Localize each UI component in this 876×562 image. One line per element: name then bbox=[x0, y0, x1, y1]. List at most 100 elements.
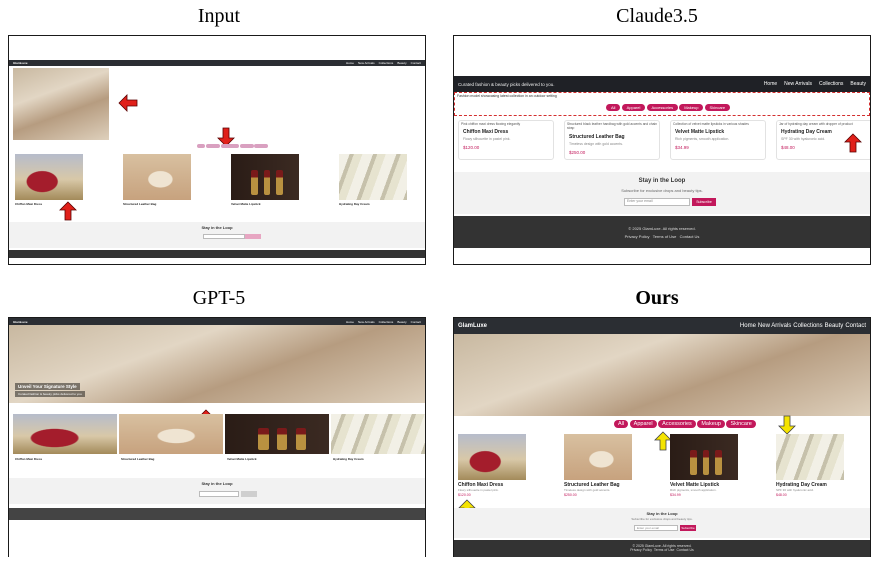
product-price: $120.00 bbox=[458, 493, 471, 497]
email-input[interactable] bbox=[203, 234, 245, 239]
nav-link-new-arrivals[interactable]: New Arrivals bbox=[358, 320, 375, 324]
filter-accessories[interactable] bbox=[220, 144, 239, 148]
filter-accessories[interactable]: Accessories bbox=[646, 104, 679, 111]
navbar: GlamLuxe Home New Arrivals Collections B… bbox=[9, 60, 425, 66]
nav-link-contact[interactable]: Contact bbox=[411, 320, 421, 324]
filter-all[interactable]: All bbox=[614, 420, 629, 428]
product-price: $34.99 bbox=[675, 145, 689, 150]
product-image-bag[interactable] bbox=[123, 154, 191, 200]
brand-logo[interactable]: GlamLuxe bbox=[13, 320, 28, 324]
newsletter-subtitle: Subscribe for exclusive drops and beauty… bbox=[621, 188, 703, 193]
product-card[interactable]: Pink chiffon maxi dress flowing elegantl… bbox=[458, 120, 554, 160]
nav-link-beauty[interactable]: Beauty bbox=[397, 320, 406, 324]
footer-link-terms[interactable]: Terms of Use bbox=[653, 234, 677, 239]
nav-link-collections[interactable]: Collections bbox=[379, 61, 394, 65]
email-input[interactable]: Enter your email bbox=[624, 198, 690, 206]
product-image-cream[interactable] bbox=[331, 414, 425, 454]
product-image-cream[interactable] bbox=[339, 154, 407, 200]
product-description: Rich pigments, smooth application. bbox=[670, 488, 717, 492]
nav-link-collections[interactable]: Collections bbox=[379, 320, 394, 324]
nav-links: Home New Arrivals Collections Beauty Con… bbox=[346, 320, 421, 324]
filter-accessories[interactable]: Accessories bbox=[658, 420, 696, 428]
product-name: Chiffon Maxi Dress bbox=[15, 457, 43, 461]
subscribe-button[interactable] bbox=[245, 234, 261, 239]
product-image-bag[interactable] bbox=[564, 434, 632, 480]
nav-link-beauty[interactable]: Beauty bbox=[850, 81, 866, 87]
product-image-dress[interactable] bbox=[458, 434, 526, 480]
product-image-dress[interactable] bbox=[13, 414, 117, 454]
subscribe-button[interactable] bbox=[241, 491, 257, 497]
hero-image bbox=[454, 334, 870, 416]
nav-link-beauty[interactable]: Beauty bbox=[397, 61, 406, 65]
nav-link-home[interactable]: Home bbox=[346, 61, 354, 65]
product-image-lipstick[interactable] bbox=[670, 434, 738, 480]
product-image-cream[interactable] bbox=[776, 434, 844, 480]
nav-link-contact[interactable]: Contact bbox=[411, 61, 421, 65]
product-name: Hydrating Day Cream bbox=[333, 457, 364, 461]
image-alt-text: Pink chiffon maxi dress flowing elegantl… bbox=[461, 122, 521, 126]
filter-all[interactable] bbox=[197, 144, 205, 148]
filter-apparel[interactable]: Apparel bbox=[621, 104, 646, 111]
filter-skincare[interactable]: Skincare bbox=[726, 420, 756, 428]
brand-logo[interactable]: GlamLuxe bbox=[13, 61, 28, 65]
footer-link-contact[interactable]: Contact Us bbox=[676, 548, 693, 552]
product-image-dress[interactable] bbox=[15, 154, 83, 200]
brand-logo[interactable]: GlamLuxe bbox=[458, 323, 487, 329]
hero-caption: Curated fashion & beauty picks delivered… bbox=[458, 81, 555, 87]
product-price: $250.00 bbox=[564, 493, 577, 497]
nav-link-new-arrivals[interactable]: New Arrivals bbox=[358, 61, 375, 65]
subscribe-button[interactable]: Subscribe bbox=[692, 198, 716, 206]
newsletter-section: Stay in the Loop Subscribe for exclusive… bbox=[454, 508, 870, 538]
product-image-bag[interactable] bbox=[119, 414, 223, 454]
subscribe-button[interactable]: Subscribe bbox=[680, 525, 696, 531]
filter-apparel[interactable] bbox=[205, 144, 220, 148]
nav-links: Home New Arrivals Collections Beauty Con… bbox=[346, 61, 421, 65]
nav-link-contact[interactable]: Contact bbox=[845, 323, 866, 329]
product-card[interactable]: Structured black leather handbag with go… bbox=[564, 120, 660, 160]
navbar: GlamLuxe Home New Arrivals Collections B… bbox=[9, 318, 425, 325]
product-card[interactable]: Collection of velvet matte lipsticks in … bbox=[670, 120, 766, 160]
footer-link-privacy[interactable]: Privacy Policy bbox=[630, 548, 652, 552]
newsletter-section: Stay in the Loop bbox=[9, 478, 425, 504]
filter-makeup[interactable]: Makeup bbox=[679, 104, 704, 111]
newsletter-section: Stay in the Loop Subscribe for exclusive… bbox=[454, 172, 870, 214]
red-arrow-left-icon bbox=[118, 94, 138, 112]
product-image-lipstick[interactable] bbox=[225, 414, 329, 454]
filter-all[interactable]: All bbox=[606, 104, 621, 111]
filter-skincare[interactable]: Skincare bbox=[704, 104, 731, 111]
newsletter-title: Stay in the Loop bbox=[646, 511, 678, 516]
image-alt-text: Structured black leather handbag with go… bbox=[567, 122, 657, 130]
nav-link-new-arrivals[interactable]: New Arrivals bbox=[758, 323, 791, 329]
product-name: Velvet Matte Lipstick bbox=[675, 129, 725, 135]
nav-link-beauty[interactable]: Beauty bbox=[825, 323, 844, 329]
nav-link-home[interactable]: Home bbox=[764, 81, 777, 87]
filter-apparel[interactable]: Apparel bbox=[629, 420, 657, 428]
product-description: Flowy silhouette in pastel pink. bbox=[463, 137, 511, 141]
input-panel: GlamLuxe Home New Arrivals Collections B… bbox=[8, 35, 426, 265]
product-description: Timeless design with gold accents. bbox=[569, 142, 623, 146]
product-name: Chiffon Maxi Dress bbox=[15, 202, 43, 206]
footer-link-privacy[interactable]: Privacy Policy bbox=[625, 234, 650, 239]
email-input[interactable]: Enter your email bbox=[634, 525, 678, 531]
nav-link-collections[interactable]: Collections bbox=[819, 81, 843, 87]
footer: © 2025 GlamLuxe. All rights reserved. Pr… bbox=[454, 216, 870, 248]
footer-links: Privacy Policy Terms of Use Contact Us bbox=[454, 234, 870, 239]
newsletter-title: Stay in the Loop bbox=[201, 225, 233, 230]
gpt-panel: GlamLuxe Home New Arrivals Collections B… bbox=[8, 317, 426, 557]
email-input[interactable] bbox=[199, 491, 239, 497]
nav-link-home[interactable]: Home bbox=[740, 323, 756, 329]
nav-link-new-arrivals[interactable]: New Arrivals bbox=[784, 81, 812, 87]
hero-alt-text: Fashion model showcasing latest collecti… bbox=[457, 94, 557, 98]
footer-link-contact[interactable]: Contact Us bbox=[680, 234, 700, 239]
filter-makeup[interactable] bbox=[239, 144, 254, 148]
nav-link-collections[interactable]: Collections bbox=[793, 323, 822, 329]
product-image-lipstick[interactable] bbox=[231, 154, 299, 200]
nav-link-home[interactable]: Home bbox=[346, 320, 354, 324]
hero-image: Unveil Your Signature Style Curated fash… bbox=[9, 325, 425, 403]
claude-column-title: Claude3.5 bbox=[616, 5, 698, 27]
footer-link-terms[interactable]: Terms of Use bbox=[654, 548, 675, 552]
filter-skincare[interactable] bbox=[254, 144, 269, 148]
comparison-figure: Input Claude3.5 GPT-5 Ours GlamLuxe Home… bbox=[0, 0, 876, 562]
ours-column-title: Ours bbox=[635, 287, 679, 309]
filter-makeup[interactable]: Makeup bbox=[697, 420, 725, 428]
